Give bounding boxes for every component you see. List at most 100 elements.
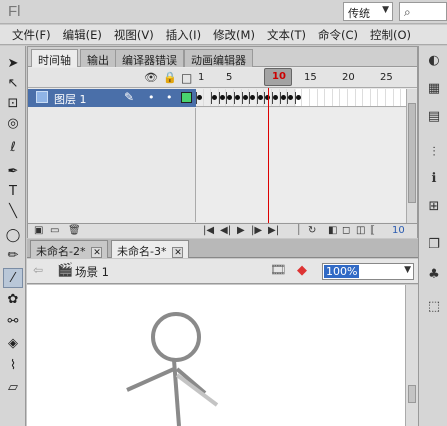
- eraser-tool-icon[interactable]: ▱: [3, 378, 23, 398]
- next-frame-icon[interactable]: |▶: [251, 225, 262, 236]
- frame-grid-line: [354, 89, 356, 106]
- keyframe-boundary: [218, 92, 220, 104]
- onion-skin-icon[interactable]: ◧: [328, 225, 337, 236]
- document-tabs: 未命名-2* ✕ 未命名-3* ✕: [27, 239, 418, 258]
- free-transform-tool-icon[interactable]: ⊡: [3, 94, 23, 114]
- document-tab-active[interactable]: 未命名-3* ✕: [111, 240, 190, 258]
- brush-tool-icon[interactable]: ⁄: [3, 268, 23, 288]
- keyframe[interactable]: [235, 95, 240, 100]
- menu-item[interactable]: 控制(O): [364, 27, 417, 43]
- timeline-tabs: 时间轴 输出 编译器错误 动画编辑器: [28, 47, 417, 67]
- edit-bar: ⇦ 🎬 场景 1 🎞 ◆ 100% ▼: [27, 259, 418, 284]
- menu-item[interactable]: 插入(I): [160, 27, 207, 43]
- figure-right-arm: [175, 367, 207, 395]
- center-frame-icon[interactable]: ⏐: [296, 225, 302, 236]
- keyframe[interactable]: [197, 95, 202, 100]
- timeline-header: 👁 🔒 □ 1 5 10 15 20 25: [28, 68, 417, 88]
- paint-bucket-tool-icon[interactable]: ◈: [3, 334, 23, 354]
- pencil-tool-icon[interactable]: ✏: [3, 246, 23, 266]
- delete-icon[interactable]: 🗑: [68, 225, 81, 236]
- 3d-rotation-tool-icon[interactable]: ◎: [3, 114, 23, 134]
- subselection-tool-icon[interactable]: ↖: [3, 74, 23, 94]
- eye-icon[interactable]: 👁: [144, 71, 158, 84]
- outline-icon[interactable]: □: [181, 71, 192, 85]
- back-arrow-icon[interactable]: ⇦: [33, 263, 43, 277]
- menu-item[interactable]: 命令(C): [312, 27, 364, 43]
- deco-tool-icon[interactable]: ✿: [3, 290, 23, 310]
- keyframe[interactable]: [280, 95, 286, 100]
- scene-icon: 🎬: [57, 263, 74, 278]
- text-tool-icon[interactable]: T: [3, 182, 23, 202]
- keyframe[interactable]: [219, 95, 225, 100]
- layer-row[interactable]: 图层 1 ✎ • •: [28, 89, 196, 107]
- tab-compiler-errors[interactable]: 编译器错误: [115, 49, 184, 67]
- visibility-dot[interactable]: •: [148, 91, 155, 104]
- keyframe[interactable]: [295, 95, 301, 100]
- menu-item[interactable]: 修改(M): [207, 27, 261, 43]
- playhead-line: [268, 109, 269, 223]
- menu-item[interactable]: 视图(V): [108, 27, 160, 43]
- stage-vscroll[interactable]: [405, 285, 418, 426]
- keyframe-boundary: [287, 92, 289, 104]
- oval-tool-icon[interactable]: ◯: [3, 226, 23, 246]
- scene-label: 场景 1: [75, 265, 109, 279]
- components-panel-icon[interactable]: ❐: [425, 236, 443, 254]
- swatches-panel-icon[interactable]: ▦: [425, 80, 443, 98]
- scroll-thumb[interactable]: [408, 385, 416, 403]
- lock-icon[interactable]: 🔒: [163, 71, 177, 84]
- layer-list-empty: [28, 108, 196, 222]
- prev-frame-icon[interactable]: ◀|: [220, 225, 231, 236]
- info-panel-icon[interactable]: ℹ: [425, 170, 443, 188]
- loop-icon[interactable]: ↻: [308, 225, 316, 236]
- transform-panel-icon[interactable]: ⊞: [425, 198, 443, 216]
- frame-number: 1: [198, 72, 205, 83]
- edit-multiple-icon[interactable]: ◫: [356, 225, 365, 236]
- new-layer-icon[interactable]: ▣: [34, 225, 43, 236]
- onion-outline-icon[interactable]: ◻: [342, 225, 350, 236]
- lock-dot[interactable]: •: [166, 91, 173, 104]
- stage-canvas[interactable]: [27, 285, 405, 426]
- document-tab[interactable]: 未命名-2* ✕: [30, 240, 109, 258]
- tab-motion-editor[interactable]: 动画编辑器: [184, 49, 253, 67]
- keyframe[interactable]: [257, 95, 263, 100]
- edit-symbols-icon[interactable]: 🎞: [270, 263, 287, 278]
- eyedropper-tool-icon[interactable]: ⌇: [3, 356, 23, 376]
- menu-item[interactable]: 文本(T): [261, 27, 312, 43]
- close-icon[interactable]: ✕: [91, 247, 103, 258]
- selection-tool-icon[interactable]: ➤: [3, 54, 23, 74]
- play-icon[interactable]: ▶: [237, 225, 245, 236]
- layer-frames[interactable]: [196, 89, 406, 107]
- keyframe-boundary: [226, 92, 228, 104]
- edit-scene-icon[interactable]: ◆: [297, 263, 307, 278]
- line-tool-icon[interactable]: ╲: [3, 202, 23, 222]
- close-icon[interactable]: ✕: [172, 247, 184, 258]
- app-logo: Fl: [8, 3, 21, 20]
- tab-timeline[interactable]: 时间轴: [31, 49, 78, 67]
- onion-markers-icon[interactable]: ⟦: [370, 225, 375, 236]
- scroll-thumb[interactable]: [408, 103, 416, 203]
- motion-presets-panel-icon[interactable]: ♣: [425, 266, 443, 284]
- align-panel-icon[interactable]: ⫶: [425, 144, 443, 162]
- frame-grid-line: [316, 89, 318, 106]
- color-panel-icon[interactable]: ◐: [425, 52, 443, 70]
- frame-grid-line: [377, 89, 379, 106]
- zoom-select[interactable]: 100% ▼: [322, 263, 414, 280]
- timeline-vscroll[interactable]: [406, 89, 417, 223]
- lasso-tool-icon[interactable]: ℓ: [3, 138, 23, 158]
- menu-item[interactable]: 编辑(E): [57, 27, 108, 43]
- search-input[interactable]: ⌕: [399, 2, 447, 21]
- last-frame-icon[interactable]: ▶|: [268, 225, 279, 236]
- workspace-select[interactable]: 传统 ▼: [343, 2, 393, 21]
- movie-explorer-panel-icon[interactable]: ⬚: [425, 298, 443, 316]
- keyframe[interactable]: [242, 95, 248, 100]
- bone-tool-icon[interactable]: ⚯: [3, 312, 23, 332]
- tab-output[interactable]: 输出: [80, 49, 116, 67]
- first-frame-icon[interactable]: |◀: [203, 225, 214, 236]
- layer-outline-color[interactable]: [181, 92, 192, 103]
- keyframe[interactable]: [273, 95, 278, 100]
- pen-tool-icon[interactable]: ✒: [3, 162, 23, 182]
- menu-item[interactable]: 文件(F): [6, 27, 57, 43]
- library-panel-icon[interactable]: ▤: [425, 108, 443, 126]
- title-bar: Fl 传统 ▼ ⌕: [0, 0, 447, 24]
- new-folder-icon[interactable]: ▭: [50, 225, 59, 236]
